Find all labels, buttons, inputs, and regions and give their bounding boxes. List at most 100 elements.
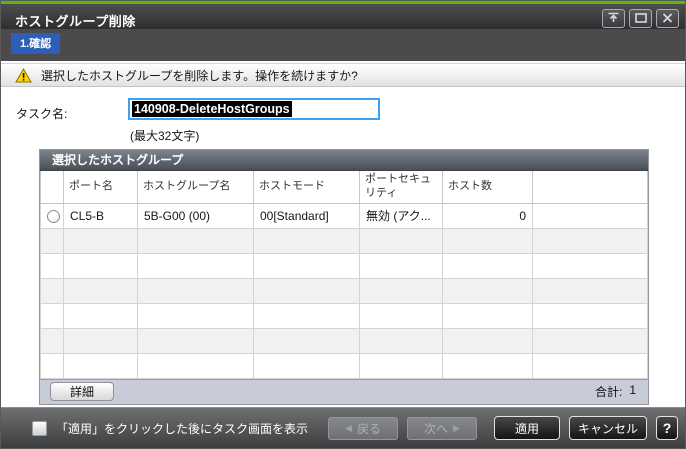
window-controls bbox=[602, 9, 679, 28]
empty-cell bbox=[442, 227, 533, 254]
empty-cell bbox=[532, 227, 648, 254]
empty-cell bbox=[442, 252, 533, 279]
maximize-icon bbox=[634, 11, 647, 26]
empty-cell bbox=[253, 327, 360, 354]
table-row-empty bbox=[40, 277, 648, 304]
header-port-name: ポート名 bbox=[63, 171, 138, 204]
task-name-input[interactable]: 140908-DeleteHostGroups bbox=[128, 98, 380, 120]
cell-port-security: 無効 (アク... bbox=[359, 202, 443, 229]
collapse-icon bbox=[607, 11, 620, 26]
empty-cell bbox=[40, 302, 64, 329]
total-label: 合計: bbox=[594, 385, 623, 399]
table-footer: 詳細 合計: 1 bbox=[40, 378, 648, 404]
back-button: ◀ 戻る bbox=[328, 416, 398, 440]
table-row-empty bbox=[40, 327, 648, 354]
table-title: 選択したホストグループ bbox=[40, 150, 648, 171]
delete-host-group-dialog: ホストグループ削除 1.確認 選択したホストグループを削除します。操作を続けます… bbox=[0, 0, 686, 449]
empty-cell bbox=[63, 302, 138, 329]
task-name-label: タスク名: bbox=[16, 107, 68, 121]
header-host-group-name: ホストグループ名 bbox=[137, 171, 254, 204]
cell-blank bbox=[532, 202, 648, 229]
empty-cell bbox=[359, 302, 443, 329]
empty-cell bbox=[63, 277, 138, 304]
cell-host-mode: 00[Standard] bbox=[253, 202, 360, 229]
empty-cell bbox=[63, 327, 138, 354]
table-header-row: ポート名 ホストグループ名 ホストモード ポートセキュリティ ホスト数 bbox=[40, 171, 648, 204]
empty-cell bbox=[253, 277, 360, 304]
empty-cell bbox=[137, 277, 254, 304]
table-row-empty bbox=[40, 302, 648, 329]
task-name-hint: (最大32文字) bbox=[130, 129, 200, 143]
cell-host-group-name: 5B-G00 (00) bbox=[137, 202, 254, 229]
title-bar: ホストグループ削除 bbox=[1, 1, 685, 29]
page-title: ホストグループ削除 bbox=[15, 14, 136, 29]
warning-bar: 選択したホストグループを削除します。操作を続けますか? bbox=[1, 63, 685, 87]
empty-cell bbox=[359, 327, 443, 354]
empty-cell bbox=[359, 277, 443, 304]
empty-cell bbox=[253, 227, 360, 254]
close-icon bbox=[662, 11, 673, 26]
empty-cell bbox=[532, 277, 648, 304]
empty-cell bbox=[442, 277, 533, 304]
warning-icon bbox=[15, 67, 32, 83]
selected-host-groups-table: 選択したホストグループ ポート名 ホストグループ名 ホストモード ポートセキュリ… bbox=[39, 149, 649, 405]
empty-cell bbox=[359, 227, 443, 254]
table-row: CL5-B 5B-G00 (00) 00[Standard] 無効 (アク...… bbox=[40, 202, 648, 229]
empty-cell bbox=[40, 352, 64, 379]
empty-cell bbox=[63, 252, 138, 279]
table-row-empty bbox=[40, 252, 648, 279]
empty-cell bbox=[532, 252, 648, 279]
row-select-cell bbox=[40, 202, 64, 229]
detail-button[interactable]: 詳細 bbox=[50, 382, 114, 401]
empty-cell bbox=[40, 277, 64, 304]
empty-cell bbox=[253, 352, 360, 379]
back-arrow-icon: ◀ bbox=[345, 422, 352, 433]
table-row-empty bbox=[40, 352, 648, 379]
tab-step-1-confirm[interactable]: 1.確認 bbox=[11, 33, 61, 54]
empty-cell bbox=[137, 327, 254, 354]
empty-cell bbox=[40, 327, 64, 354]
dialog-body: 選択したホストグループを削除します。操作を続けますか? タスク名: 140908… bbox=[1, 61, 685, 407]
cell-host-count: 0 bbox=[442, 202, 533, 229]
task-name-selected-text: 140908-DeleteHostGroups bbox=[132, 101, 292, 117]
help-button[interactable]: ? bbox=[656, 416, 678, 440]
header-port-security: ポートセキュリティ bbox=[359, 171, 443, 204]
empty-cell bbox=[40, 252, 64, 279]
show-task-screen-checkbox[interactable] bbox=[31, 420, 47, 436]
table-empty-rows bbox=[40, 227, 648, 379]
empty-cell bbox=[40, 227, 64, 254]
close-window-button[interactable] bbox=[656, 9, 679, 28]
empty-cell bbox=[137, 252, 254, 279]
header-blank bbox=[532, 171, 648, 204]
step-strip: 1.確認 bbox=[1, 29, 685, 61]
empty-cell bbox=[532, 352, 648, 379]
empty-cell bbox=[137, 302, 254, 329]
empty-cell bbox=[253, 302, 360, 329]
empty-cell bbox=[137, 227, 254, 254]
apply-button[interactable]: 適用 bbox=[494, 416, 560, 440]
empty-cell bbox=[442, 302, 533, 329]
total-group: 合計: 1 bbox=[595, 383, 636, 400]
empty-cell bbox=[532, 302, 648, 329]
header-host-count: ホスト数 bbox=[442, 171, 533, 204]
empty-cell bbox=[63, 227, 138, 254]
collapse-window-button[interactable] bbox=[602, 9, 625, 28]
row-radio-button[interactable] bbox=[47, 209, 60, 223]
total-value: 1 bbox=[629, 383, 636, 397]
empty-cell bbox=[359, 352, 443, 379]
empty-cell bbox=[442, 327, 533, 354]
empty-cell bbox=[532, 327, 648, 354]
empty-cell bbox=[442, 352, 533, 379]
empty-cell bbox=[137, 352, 254, 379]
empty-cell bbox=[253, 252, 360, 279]
next-button: 次へ ▶ bbox=[407, 416, 477, 440]
cell-port-name: CL5-B bbox=[63, 202, 138, 229]
header-host-mode: ホストモード bbox=[253, 171, 360, 204]
maximize-window-button[interactable] bbox=[629, 9, 652, 28]
table-row-empty bbox=[40, 227, 648, 254]
warning-message: 選択したホストグループを削除します。操作を続けますか? bbox=[41, 68, 358, 83]
show-task-screen-label[interactable]: 「適用」をクリックした後にタスク画面を表示 bbox=[56, 420, 308, 437]
next-arrow-icon: ▶ bbox=[453, 422, 460, 433]
empty-cell bbox=[359, 252, 443, 279]
cancel-button[interactable]: キャンセル bbox=[569, 416, 647, 440]
